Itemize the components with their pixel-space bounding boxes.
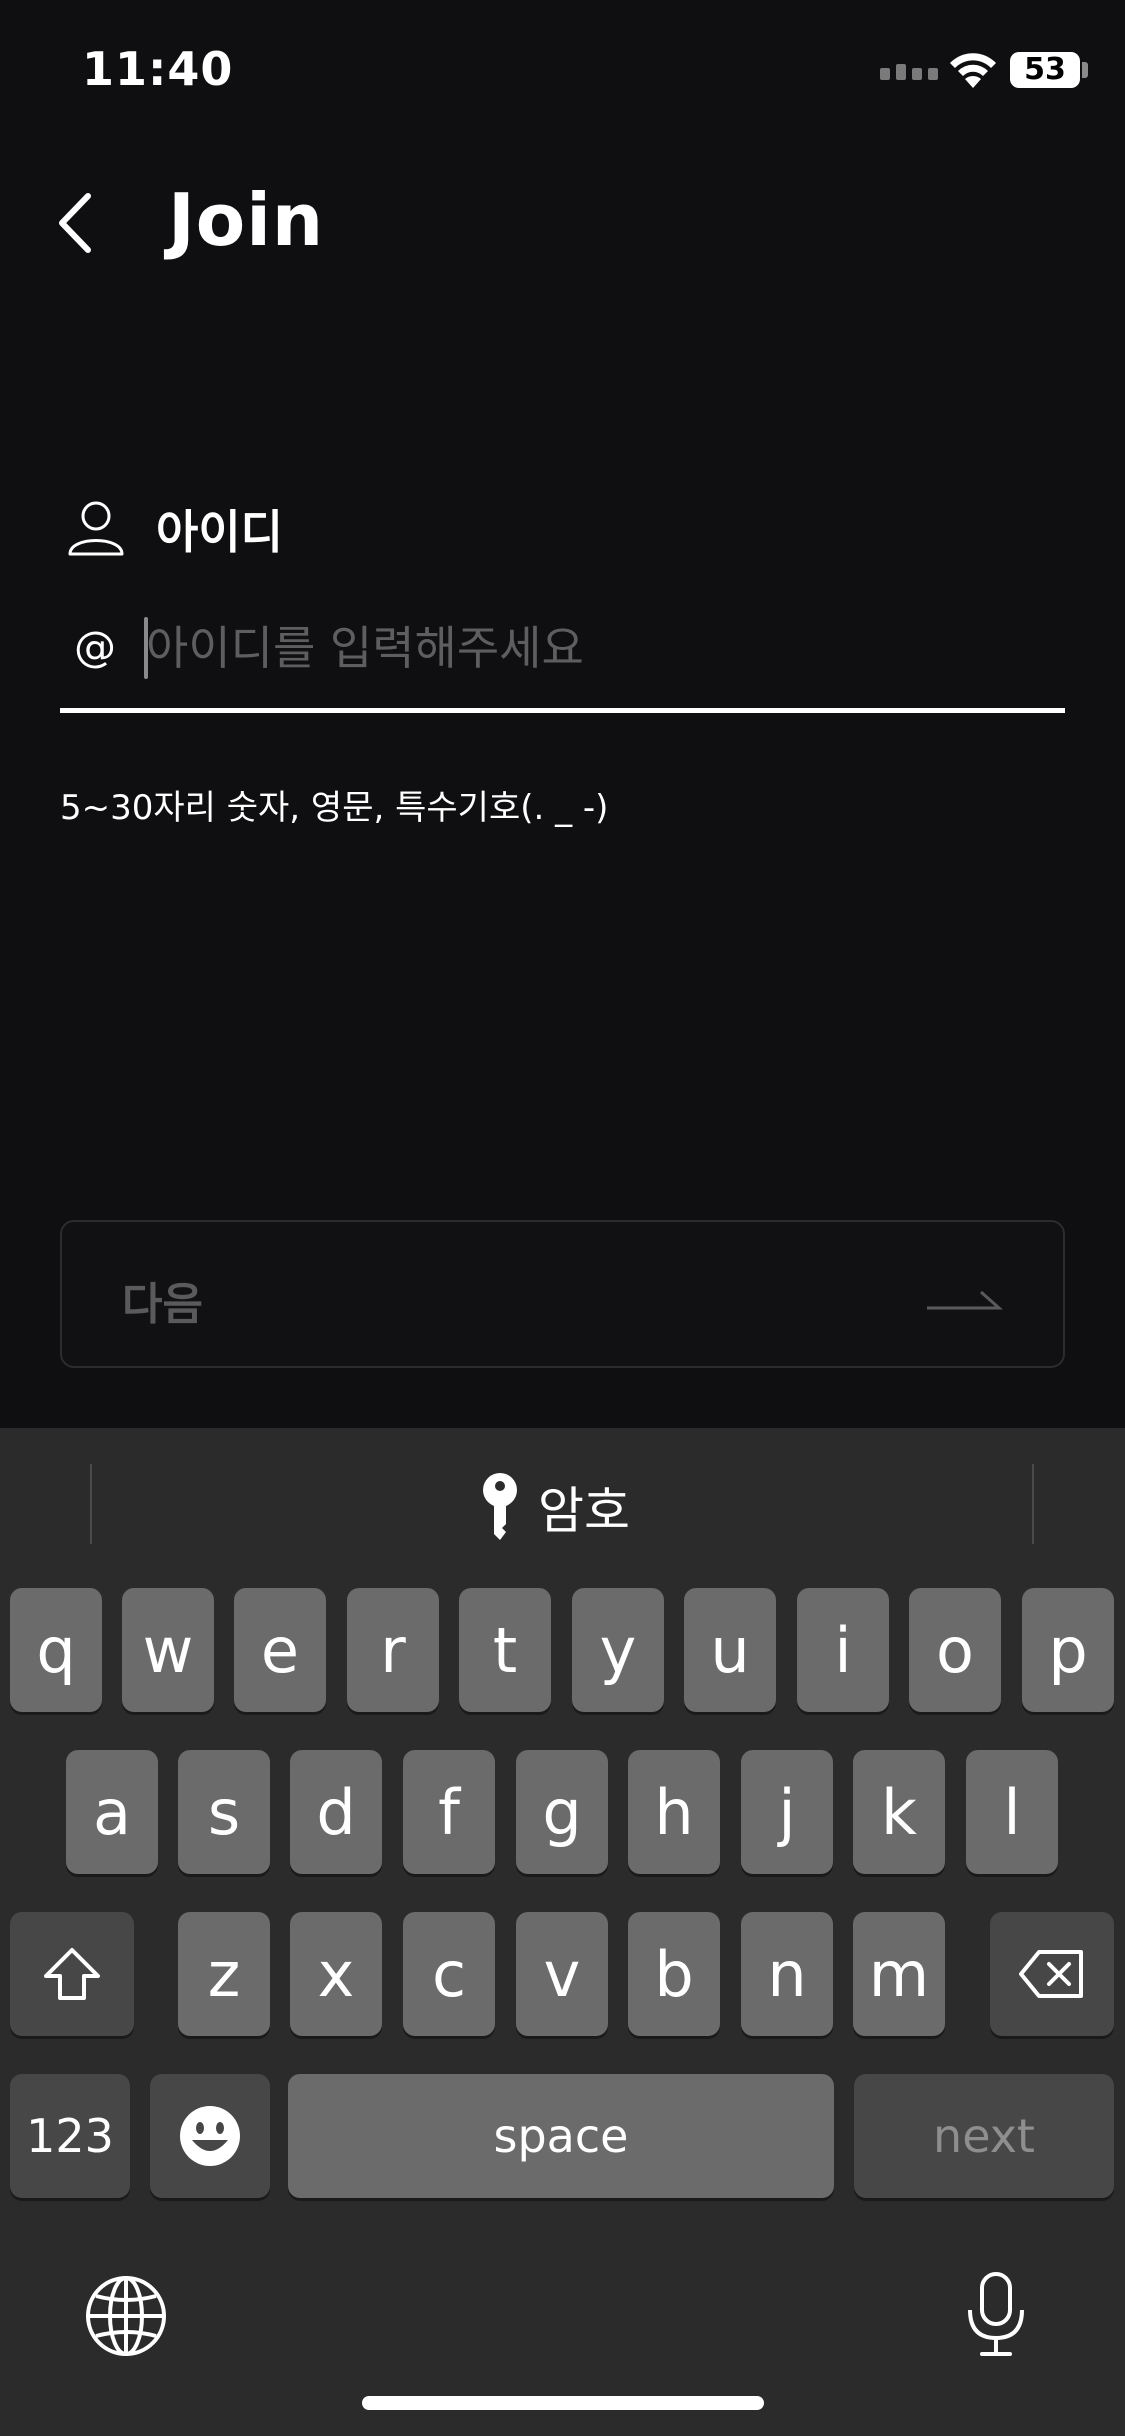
key-b[interactable]: b <box>628 1912 720 2036</box>
key-s[interactable]: s <box>178 1750 270 1874</box>
key-y[interactable]: y <box>572 1588 664 1712</box>
user-icon <box>68 501 124 556</box>
id-helper-text: 5~30자리 숫자, 영문, 특수기호(. _ -) <box>60 788 609 828</box>
at-prefix: @ <box>74 622 116 671</box>
shift-key[interactable] <box>10 1912 134 2036</box>
key-u[interactable]: u <box>684 1588 776 1712</box>
key-icon <box>483 1473 517 1540</box>
key-c[interactable]: c <box>403 1912 495 2036</box>
id-section-label: 아이디 <box>156 505 283 559</box>
key-n[interactable]: n <box>741 1912 833 2036</box>
key-w[interactable]: w <box>122 1588 214 1712</box>
key-d[interactable]: d <box>290 1750 382 1874</box>
arrow-right-icon <box>927 1290 1003 1310</box>
battery-tip <box>1082 62 1088 78</box>
status-time: 11:40 <box>82 42 234 96</box>
emoji-key[interactable] <box>150 2074 270 2198</box>
password-suggestion[interactable]: 암호 <box>480 1462 630 1552</box>
input-underline <box>60 708 1065 713</box>
cellular-signal-icon <box>880 64 938 80</box>
home-indicator[interactable] <box>362 2396 764 2410</box>
key-f[interactable]: f <box>403 1750 495 1874</box>
key-i[interactable]: i <box>797 1588 889 1712</box>
next-button[interactable]: 다음 <box>60 1220 1065 1368</box>
key-z[interactable]: z <box>178 1912 270 2036</box>
key-t[interactable]: t <box>459 1588 551 1712</box>
wifi-icon <box>950 53 996 88</box>
key-j[interactable]: j <box>741 1750 833 1874</box>
key-g[interactable]: g <box>516 1750 608 1874</box>
key-h[interactable]: h <box>628 1750 720 1874</box>
return-key[interactable]: next <box>854 2074 1114 2198</box>
next-button-label: 다음 <box>122 1279 203 1330</box>
suggestion-label: 암호 <box>538 1482 630 1540</box>
key-e[interactable]: e <box>234 1588 326 1712</box>
key-m[interactable]: m <box>853 1912 945 2036</box>
key-x[interactable]: x <box>290 1912 382 2036</box>
suggestion-divider <box>1032 1464 1034 1544</box>
microphone-icon[interactable] <box>964 2270 1028 2360</box>
key-l[interactable]: l <box>966 1750 1058 1874</box>
key-k[interactable]: k <box>853 1750 945 1874</box>
status-bar: 11:40 53 <box>0 0 1125 140</box>
key-v[interactable]: v <box>516 1912 608 2036</box>
shift-icon <box>44 1948 100 2000</box>
battery-level: 53 <box>1010 52 1080 88</box>
key-r[interactable]: r <box>347 1588 439 1712</box>
key-q[interactable]: q <box>10 1588 102 1712</box>
emoji-icon <box>180 2106 240 2166</box>
space-key[interactable]: space <box>288 2074 834 2198</box>
key-p[interactable]: p <box>1022 1588 1114 1712</box>
text-cursor <box>144 617 148 679</box>
numbers-key[interactable]: 123 <box>10 2074 130 2198</box>
delete-key[interactable] <box>990 1912 1114 2036</box>
key-a[interactable]: a <box>66 1750 158 1874</box>
page-title: Join <box>168 178 325 262</box>
globe-icon[interactable] <box>84 2274 168 2358</box>
backspace-icon <box>1019 1950 1083 1998</box>
suggestion-divider <box>90 1464 92 1544</box>
back-button[interactable] <box>50 188 110 258</box>
key-o[interactable]: o <box>909 1588 1001 1712</box>
id-input[interactable] <box>146 610 1046 686</box>
